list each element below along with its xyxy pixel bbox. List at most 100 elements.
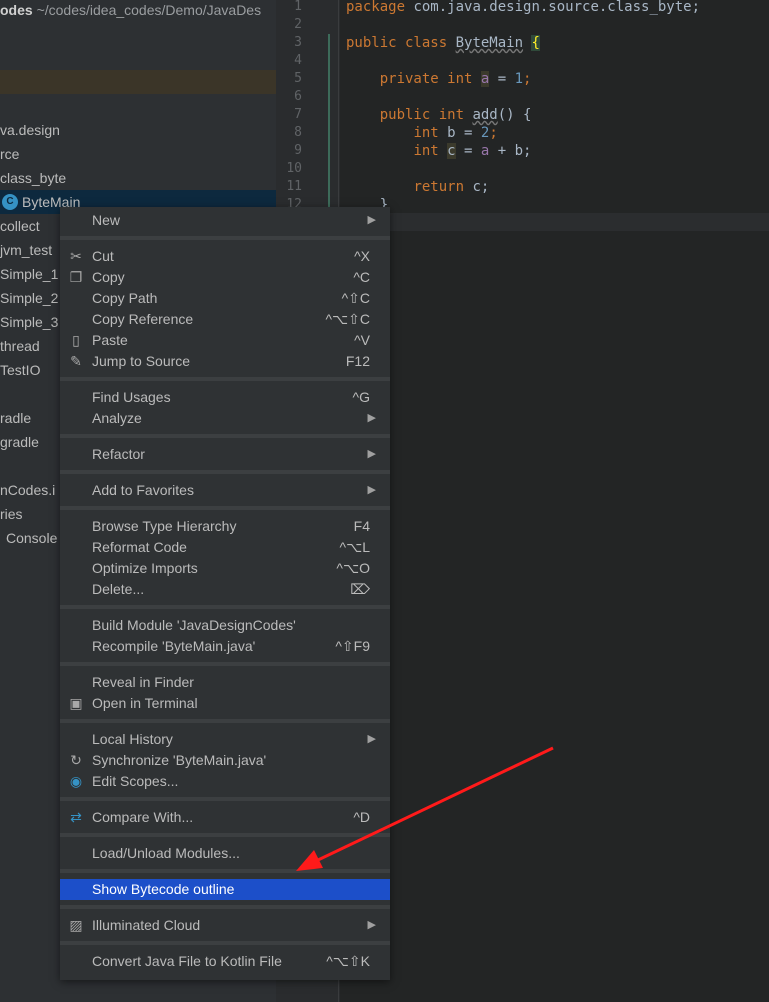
menu-item-delete[interactable]: Delete... ⌦: [60, 579, 390, 600]
menu-item-find-usages[interactable]: Find Usages ^G: [60, 387, 390, 408]
menu-item-reveal-in-finder[interactable]: Reveal in Finder: [60, 672, 390, 693]
line-number: 2: [294, 17, 302, 32]
tree-item-label: nCodes.i: [0, 482, 56, 498]
line-number: 7: [294, 107, 302, 122]
menu-item-new[interactable]: New ▶: [60, 210, 390, 231]
menu-item-shortcut: ^C: [353, 269, 370, 285]
line-number: 11: [286, 179, 302, 194]
menu-item-recompile-bytemain-java[interactable]: Recompile 'ByteMain.java' ^⇧F9: [60, 636, 390, 657]
menu-item-copy-reference[interactable]: Copy Reference ^⌥⇧C: [60, 309, 390, 330]
menu-separator: [60, 429, 390, 444]
current-line-highlight: [340, 213, 769, 231]
menu-item-label: Copy Path: [92, 290, 158, 306]
menu-separator: [60, 600, 390, 615]
code-line-8: int b = 2;: [413, 125, 498, 141]
menu-separator: [60, 864, 390, 879]
menu-item-label: Load/Unload Modules...: [92, 845, 240, 861]
terminal-icon: ▣: [69, 695, 83, 711]
menu-item-edit-scopes[interactable]: ◉ Edit Scopes...: [60, 771, 390, 792]
menu-separator: [60, 372, 390, 387]
tree-item-label: Simple_2: [0, 290, 59, 306]
vcs-change-marker: [328, 34, 330, 214]
tree-item-label: Console: [6, 530, 58, 546]
tree-item-label: radle: [0, 410, 32, 426]
menu-item-refactor[interactable]: Refactor ▶: [60, 444, 390, 465]
menu-item-cut[interactable]: ✂ Cut ^X: [60, 246, 390, 267]
menu-item-synchronize-bytemain-java[interactable]: ↻ Synchronize 'ByteMain.java': [60, 750, 390, 771]
tree-item[interactable]: rce: [0, 142, 276, 166]
menu-item-label: Compare With...: [92, 809, 194, 825]
tree-item[interactable]: class_byte: [0, 166, 276, 190]
submenu-arrow-icon: ▶: [367, 448, 376, 460]
menu-separator: [60, 900, 390, 915]
menu-item-label: Analyze: [92, 410, 142, 426]
menu-item-label: Convert Java File to Kotlin File: [92, 953, 282, 969]
menu-item-illuminated-cloud[interactable]: ▨ Illuminated Cloud ▶: [60, 915, 390, 936]
line-number: 8: [294, 125, 302, 140]
menu-item-add-to-favorites[interactable]: Add to Favorites ▶: [60, 480, 390, 501]
menu-item-copy[interactable]: ❐ Copy ^C: [60, 267, 390, 288]
menu-item-optimize-imports[interactable]: Optimize Imports ^⌥O: [60, 558, 390, 579]
submenu-arrow-icon: ▶: [367, 214, 376, 226]
menu-item-browse-type-hierarchy[interactable]: Browse Type Hierarchy F4: [60, 516, 390, 537]
code-line-7: public int add() {: [379, 107, 532, 123]
menu-item-shortcut: ^D: [353, 809, 370, 825]
line-number: 9: [294, 143, 302, 158]
menu-item-label: Edit Scopes...: [92, 773, 179, 789]
menu-item-label: Jump to Source: [92, 353, 191, 369]
menu-item-paste[interactable]: ▯ Paste ^V: [60, 330, 390, 351]
menu-item-compare-with[interactable]: ⇄ Compare With... ^D: [60, 807, 390, 828]
tree-item-label: collect: [0, 218, 40, 234]
menu-item-label: Copy Reference: [92, 311, 194, 327]
class-icon: C: [2, 194, 18, 211]
tree-item-label: jvm_test: [0, 242, 53, 258]
menu-item-shortcut: ^⇧C: [341, 290, 370, 306]
menu-item-show-bytecode-outline[interactable]: Show Bytecode outline: [60, 879, 390, 900]
tree-item-label: Simple_1: [0, 266, 59, 282]
sync-icon: ↻: [70, 752, 82, 768]
menu-item-label: Show Bytecode outline: [92, 881, 235, 897]
line-number: 5: [294, 71, 302, 86]
tree-item-label: gradle: [0, 434, 39, 450]
line-number: 1: [294, 0, 302, 14]
highlighted-row: [0, 70, 276, 94]
menu-item-build-module-javadesigncodes[interactable]: Build Module 'JavaDesignCodes': [60, 615, 390, 636]
menu-item-local-history[interactable]: Local History ▶: [60, 729, 390, 750]
tree-item-label: class_byte: [0, 170, 67, 186]
menu-item-open-in-terminal[interactable]: ▣ Open in Terminal: [60, 693, 390, 714]
submenu-arrow-icon: ▶: [367, 919, 376, 931]
menu-item-shortcut: ^⌥⇧K: [326, 953, 370, 969]
code-line-1: package com.java.design.source.class_byt…: [346, 0, 701, 15]
menu-item-shortcut: ^⇧F9: [335, 638, 370, 654]
menu-item-label: Reveal in Finder: [92, 674, 194, 690]
menu-item-reformat-code[interactable]: Reformat Code ^⌥L: [60, 537, 390, 558]
tree-item-label: va.design: [0, 122, 60, 138]
menu-item-load-unload-modules[interactable]: Load/Unload Modules...: [60, 843, 390, 864]
line-number: 10: [286, 161, 302, 176]
project-path: ~/codes/idea_codes/Demo/JavaDes: [36, 2, 262, 18]
menu-item-label: Local History: [92, 731, 173, 747]
menu-item-analyze[interactable]: Analyze ▶: [60, 408, 390, 429]
menu-separator: [60, 501, 390, 516]
tree-item[interactable]: va.design: [0, 118, 276, 142]
menu-item-label: Synchronize 'ByteMain.java': [92, 752, 267, 768]
menu-separator: [60, 465, 390, 480]
tree-item-label: Simple_3: [0, 314, 59, 330]
scope-icon: ◉: [69, 773, 83, 789]
menu-item-convert-java-file-to-kotlin-file[interactable]: Convert Java File to Kotlin File ^⌥⇧K: [60, 951, 390, 972]
submenu-arrow-icon: ▶: [367, 412, 376, 424]
menu-item-jump-to-source[interactable]: ✎ Jump to Source F12: [60, 351, 390, 372]
menu-separator: [60, 657, 390, 672]
menu-item-shortcut: F12: [345, 353, 370, 369]
copy-icon: ❐: [69, 269, 83, 285]
menu-item-shortcut: F4: [353, 518, 370, 534]
line-number: 3: [294, 35, 302, 50]
tree-item-label: rce: [0, 146, 20, 162]
menu-item-shortcut: ^⌥L: [339, 539, 371, 555]
menu-item-copy-path[interactable]: Copy Path ^⇧C: [60, 288, 390, 309]
menu-item-shortcut: ^⌥⇧C: [325, 311, 370, 327]
menu-separator: [60, 828, 390, 843]
menu-item-label: New: [92, 212, 121, 228]
tree-item-label: ries: [0, 506, 23, 522]
menu-item-label: Delete...: [92, 581, 145, 597]
